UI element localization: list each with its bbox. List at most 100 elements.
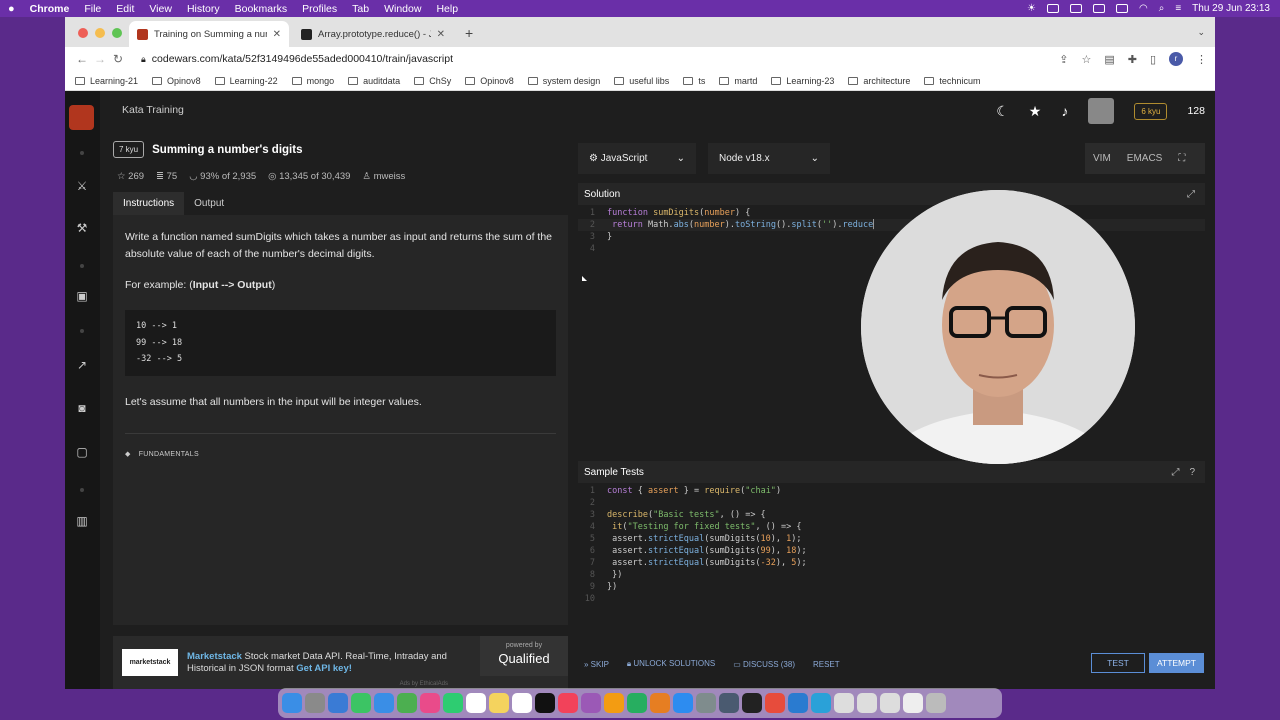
dark-mode-moon-icon[interactable]: ☾	[996, 103, 1009, 120]
menu-file[interactable]: File	[84, 3, 101, 15]
briefcase-icon[interactable]: ▣	[75, 289, 89, 303]
system-settings-icon[interactable]	[696, 693, 716, 713]
menu-bookmarks[interactable]: Bookmarks	[235, 3, 288, 15]
user-avatar[interactable]	[1088, 98, 1115, 124]
reminders-icon[interactable]	[512, 693, 532, 713]
telegram-icon[interactable]	[811, 693, 831, 713]
bookmark-folder[interactable]: Learning-21	[75, 76, 138, 86]
window-preview-icon[interactable]	[880, 693, 900, 713]
window-preview-icon[interactable]	[857, 693, 877, 713]
numbers-icon[interactable]	[627, 693, 647, 713]
profile-avatar[interactable]: r	[1169, 52, 1183, 66]
bookmark-folder[interactable]: Opinov8	[152, 76, 201, 86]
qualified-logo[interactable]: powered by Qualified	[480, 636, 568, 676]
finder-icon[interactable]	[282, 693, 302, 713]
bookmark-folder[interactable]: system design	[527, 76, 600, 86]
document-icon[interactable]	[834, 693, 854, 713]
reset-button[interactable]: RESET	[813, 660, 840, 669]
menu-view[interactable]: View	[149, 3, 172, 15]
keynote-icon[interactable]	[650, 693, 670, 713]
ad-cta-link[interactable]: Get API key!	[296, 663, 352, 674]
emacs-mode-button[interactable]: EMACS	[1119, 153, 1171, 164]
safari-icon[interactable]	[328, 693, 348, 713]
menu-edit[interactable]: Edit	[116, 3, 134, 15]
bookmark-folder[interactable]: Learning-23	[771, 76, 834, 86]
notifications-bell-icon[interactable]: ♪	[1061, 103, 1068, 119]
url-field[interactable]: 🔒︎ codewars.com/kata/52f3149496de55aded0…	[141, 53, 453, 65]
close-tab-icon[interactable]: ✕	[273, 29, 281, 40]
expand-icon[interactable]: ⤢	[1171, 467, 1179, 478]
window-preview-icon[interactable]	[903, 693, 923, 713]
puzzle-extensions-icon[interactable]: ✚	[1128, 53, 1137, 66]
maps-icon[interactable]	[397, 693, 417, 713]
menu-help[interactable]: Help	[436, 3, 458, 15]
control-center-icon[interactable]: ≡	[1175, 3, 1181, 14]
menu-window[interactable]: Window	[384, 3, 421, 15]
leaderboard-icon[interactable]: ↗	[75, 358, 89, 372]
bookmark-star-icon[interactable]: ☆	[1081, 53, 1091, 66]
new-tab-icon[interactable]: +	[465, 25, 473, 41]
chrome-icon[interactable]	[765, 693, 785, 713]
close-window-icon[interactable]	[78, 28, 88, 38]
podcasts-icon[interactable]	[581, 693, 601, 713]
menu-tab[interactable]: Tab	[352, 3, 369, 15]
bookmark-folder[interactable]: architecture	[848, 76, 910, 86]
terminal-icon[interactable]	[742, 693, 762, 713]
fullscreen-icon[interactable]: ⛶	[1170, 153, 1193, 164]
tv-icon[interactable]	[535, 693, 555, 713]
search-icon[interactable]: ⌕	[1159, 3, 1165, 14]
training-icon[interactable]: ⚒	[75, 221, 89, 235]
author-stat[interactable]: ♙ mweiss	[362, 171, 405, 182]
bookmarks-icon[interactable]: ★	[1029, 103, 1042, 120]
browser-tab-active[interactable]: Training on Summing a number ✕	[129, 21, 289, 47]
tab-instructions[interactable]: Instructions	[113, 192, 185, 215]
share-icon[interactable]: ⇪	[1059, 53, 1068, 66]
vscode-icon[interactable]	[788, 693, 808, 713]
forward-icon[interactable]: →	[91, 52, 109, 66]
maximize-window-icon[interactable]	[112, 28, 122, 38]
skip-button[interactable]: » SKIP	[584, 660, 609, 669]
browser-tab[interactable]: Array.prototype.reduce() - Jav ✕	[293, 21, 453, 47]
practice-icon[interactable]: ⚔	[75, 179, 89, 193]
tests-editor[interactable]: 1 const { assert } = require("chai") 2 3d…	[578, 485, 1205, 605]
launchpad-icon[interactable]	[305, 693, 325, 713]
pages-icon[interactable]	[604, 693, 624, 713]
menu-profiles[interactable]: Profiles	[302, 3, 337, 15]
facetime-icon[interactable]	[443, 693, 463, 713]
app-icon[interactable]	[719, 693, 739, 713]
test-button[interactable]: TEST	[1091, 653, 1145, 673]
bookmark-folder[interactable]: Learning-22	[214, 76, 278, 86]
bookmark-folder[interactable]: mongo	[291, 76, 334, 86]
menu-history[interactable]: History	[187, 3, 220, 15]
app-menu[interactable]: Chrome	[30, 3, 70, 15]
codewars-logo[interactable]	[69, 105, 94, 130]
back-icon[interactable]: ←	[73, 52, 91, 66]
bookmark-folder[interactable]: Opinov8	[465, 76, 514, 86]
bookmark-folder[interactable]: martd	[719, 76, 757, 86]
language-select[interactable]: ⚙ JavaScript ⌄	[578, 143, 696, 174]
calendar-icon[interactable]	[466, 693, 486, 713]
expand-icon[interactable]: ⤢	[1187, 189, 1195, 200]
attempt-button[interactable]: ATTEMPT	[1149, 653, 1204, 673]
discord-icon[interactable]: ◙	[75, 401, 89, 415]
bookmark-folder[interactable]: technicum	[924, 76, 980, 86]
wifi-icon[interactable]: ◠	[1139, 3, 1148, 14]
battery-icon[interactable]	[1115, 4, 1128, 13]
vim-mode-button[interactable]: VIM	[1085, 153, 1119, 164]
music-icon[interactable]	[558, 693, 578, 713]
photos-icon[interactable]	[420, 693, 440, 713]
stars-stat[interactable]: ☆ 269	[117, 171, 144, 182]
runtime-select[interactable]: Node v18.x ⌄	[708, 143, 830, 174]
forum-icon[interactable]: ▢	[75, 445, 89, 459]
tab-search-icon[interactable]: ⌄	[1197, 27, 1205, 38]
minimize-window-icon[interactable]	[95, 28, 105, 38]
unlock-solutions-button[interactable]: 🔒︎ UNLOCK SOLUTIONS	[627, 659, 715, 669]
bookmark-folder[interactable]: ChSy	[414, 76, 451, 86]
bookmark-folder[interactable]: useful libs	[614, 76, 669, 86]
trash-icon[interactable]	[926, 693, 946, 713]
tab-output[interactable]: Output	[184, 192, 234, 215]
status-icon[interactable]	[1046, 4, 1059, 13]
brightness-icon[interactable]: ☀	[1027, 3, 1036, 14]
notes-icon[interactable]	[489, 693, 509, 713]
extension-icon[interactable]: ▤	[1104, 53, 1114, 66]
